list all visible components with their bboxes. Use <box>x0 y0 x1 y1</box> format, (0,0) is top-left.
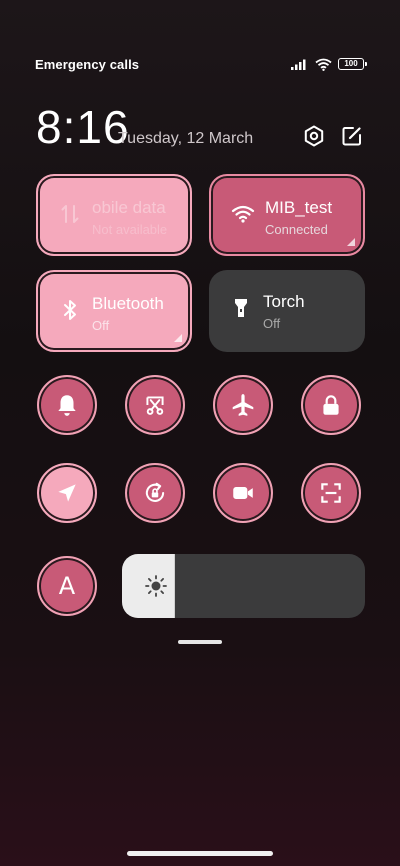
wifi-icon <box>231 205 255 223</box>
toggle-rotation-lock[interactable] <box>125 463 185 523</box>
airplane-icon <box>232 394 254 416</box>
toggle-auto-brightness[interactable]: A <box>37 556 97 616</box>
toggle-screen-recorder[interactable] <box>213 463 273 523</box>
mobile-data-icon <box>61 205 79 223</box>
panel-drag-handle[interactable] <box>178 640 222 644</box>
tile-bluetooth[interactable]: Bluetooth Off <box>36 270 192 352</box>
scan-icon <box>321 483 341 503</box>
tile-mobile-data-title: obile data <box>92 198 166 217</box>
brightness-slider[interactable] <box>122 554 365 618</box>
status-carrier-text: Emergency calls o <box>35 56 139 72</box>
tile-wifi-subtitle: Connected <box>265 222 328 237</box>
status-icons: 100 <box>291 58 367 71</box>
edit-icon[interactable] <box>340 124 364 148</box>
clock-time: 8:16 <box>36 101 130 153</box>
tile-bluetooth-title: Bluetooth <box>92 294 164 313</box>
battery-icon: 100 <box>338 58 367 70</box>
toggle-scanner[interactable] <box>301 463 361 523</box>
bluetooth-icon <box>64 300 76 320</box>
sun-icon <box>145 575 167 597</box>
location-arrow-icon <box>58 484 76 502</box>
tile-torch-subtitle: Off <box>263 316 281 331</box>
rotation-lock-icon <box>145 482 165 502</box>
toggle-screenshot[interactable] <box>125 375 185 435</box>
toggle-location[interactable] <box>37 463 97 523</box>
scissors-icon <box>146 396 164 415</box>
settings-icon[interactable] <box>302 124 326 148</box>
expand-corner-icon[interactable] <box>174 334 182 342</box>
wifi-icon <box>315 58 332 71</box>
letter-a-icon: A <box>58 572 76 600</box>
home-indicator[interactable] <box>127 851 273 856</box>
tile-wifi-title: MIB_test <box>265 198 333 217</box>
tile-mobile-data[interactable]: obile data Not available <box>36 174 192 256</box>
toggle-airplane-mode[interactable] <box>213 375 273 435</box>
tile-torch-title: Torch <box>263 292 305 311</box>
bell-icon <box>58 395 76 416</box>
tile-mobile-data-subtitle: Not available <box>92 222 168 237</box>
lock-icon <box>323 395 339 415</box>
tile-wifi[interactable]: MIB_test Connected <box>209 174 365 256</box>
control-center-header: 8:16 Tuesday, 12 March <box>36 102 364 152</box>
torch-icon <box>235 299 247 317</box>
expand-corner-icon[interactable] <box>347 238 355 246</box>
video-camera-icon <box>233 487 253 499</box>
toggle-ring-mode[interactable] <box>37 375 97 435</box>
tile-bluetooth-subtitle: Off <box>92 318 110 333</box>
signal-icon <box>291 59 306 70</box>
clock-date: Tuesday, 12 March <box>118 130 254 147</box>
status-bar: Emergency calls o 100 <box>35 54 367 74</box>
toggle-lock-screen[interactable] <box>301 375 361 435</box>
tile-torch[interactable]: Torch Off <box>209 270 365 352</box>
